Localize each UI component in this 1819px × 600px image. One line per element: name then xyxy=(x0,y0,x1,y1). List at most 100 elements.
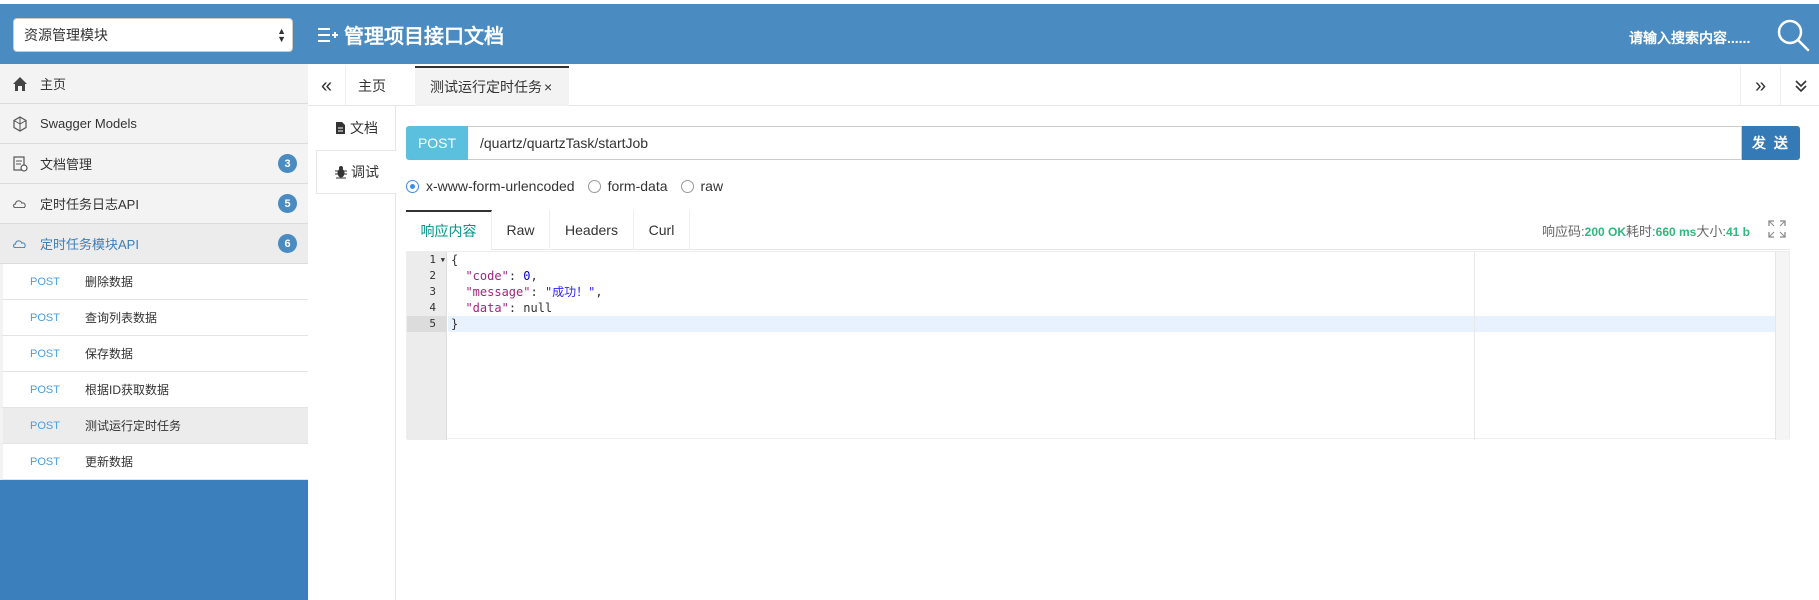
count-badge: 3 xyxy=(278,154,297,173)
home-icon xyxy=(12,76,28,92)
api-item-get-by-id[interactable]: POST 根据ID获取数据 xyxy=(0,372,308,408)
tab-label: 测试运行定时任务 xyxy=(430,79,542,95)
radio-urlencoded[interactable]: x-www-form-urlencoded xyxy=(406,178,575,194)
radio-label: form-data xyxy=(607,178,668,194)
close-icon[interactable]: × xyxy=(544,79,552,95)
tab-debug-label: 调试 xyxy=(351,164,379,180)
content-type-radios: x-www-form-urlencoded form-data raw xyxy=(406,176,736,196)
elapsed-label: 耗时: xyxy=(1626,224,1656,239)
tab-test-run-task[interactable]: 测试运行定时任务 × xyxy=(415,66,569,106)
api-cloud-icon xyxy=(12,236,28,252)
count-badge: 6 xyxy=(278,234,297,253)
tab-doc-label: 文档 xyxy=(350,120,378,136)
sidebar-item-label: 定时任务日志API xyxy=(40,197,139,212)
page-tab-bar: « 主页 测试运行定时任务 × » xyxy=(308,66,1819,106)
sidebar-menu: 主页 Swagger Models 文档管理 3 定时任务日志API 5 定时任… xyxy=(0,64,308,264)
line-number: 4 xyxy=(429,301,436,314)
api-item-label: 保存数据 xyxy=(85,347,134,361)
code-line: { xyxy=(451,253,459,267)
line-number-gutter: 1 ▼ 2 3 4 5 xyxy=(407,252,447,440)
tab-headers[interactable]: Headers xyxy=(550,210,634,250)
tab-doc[interactable]: 文档 xyxy=(316,106,395,150)
status-code-value: 200 OK xyxy=(1584,225,1627,239)
url-input[interactable]: /quartz/quartzTask/startJob xyxy=(468,126,1742,160)
radio-circle xyxy=(587,179,601,193)
sidebar-item-task-module-api[interactable]: 定时任务模块API 6 xyxy=(0,224,308,264)
code-line: "code": 0, xyxy=(465,269,538,283)
tab-scroll-left-icon[interactable]: « xyxy=(308,66,346,106)
search-icon[interactable] xyxy=(1775,17,1811,53)
tab-debug[interactable]: 调试 xyxy=(316,150,397,194)
elapsed-value: 660 ms xyxy=(1655,225,1697,239)
sidebar-item-label: Swagger Models xyxy=(40,116,137,131)
count-badge: 5 xyxy=(278,194,297,213)
method-label: POST xyxy=(30,419,60,432)
api-item-label: 删除数据 xyxy=(85,275,134,289)
sidebar-item-swagger-models[interactable]: Swagger Models xyxy=(0,104,308,144)
code-line: } xyxy=(448,316,1783,332)
radio-form-data[interactable]: form-data xyxy=(587,178,668,194)
api-item-update[interactable]: POST 更新数据 xyxy=(0,444,308,480)
app-title: 管理项目接口文档 xyxy=(318,20,504,49)
send-button[interactable]: 发 送 xyxy=(1742,126,1800,160)
doc-manage-icon xyxy=(12,155,28,172)
radio-label: x-www-form-urlencoded xyxy=(426,178,575,194)
tab-home[interactable]: 主页 xyxy=(358,66,386,106)
code-line: "data": null xyxy=(465,301,553,315)
api-item-label: 测试运行定时任务 xyxy=(85,419,182,433)
module-select[interactable]: 资源管理模块 ▲ ▼ xyxy=(13,18,293,52)
line-number: 1 ▼ xyxy=(429,252,445,268)
method-label: POST xyxy=(30,275,60,288)
method-label: POST xyxy=(30,383,60,396)
sidebar: 主页 Swagger Models 文档管理 3 定时任务日志API 5 定时任… xyxy=(0,64,308,600)
models-icon xyxy=(12,115,28,132)
doc-debug-tabs: 文档 调试 xyxy=(316,106,397,600)
bug-icon xyxy=(334,165,348,179)
radio-raw[interactable]: raw xyxy=(680,178,723,194)
module-select-value: 资源管理模块 xyxy=(24,27,108,43)
sidebar-item-doc-manage[interactable]: 文档管理 3 xyxy=(0,144,308,184)
print-margin xyxy=(1474,252,1475,440)
sidebar-item-label: 主页 xyxy=(40,77,67,92)
api-item-label: 更新数据 xyxy=(85,455,134,469)
fullscreen-icon[interactable] xyxy=(1768,220,1786,238)
tab-response-content[interactable]: 响应内容 xyxy=(406,210,492,250)
api-item-delete[interactable]: POST 删除数据 xyxy=(0,264,308,300)
tab-menu-chevron-icon[interactable] xyxy=(1780,66,1819,106)
sidebar-item-label: 定时任务模块API xyxy=(40,237,139,252)
tab-raw[interactable]: Raw xyxy=(492,210,550,250)
api-item-test-run-task[interactable]: POST 测试运行定时任务 xyxy=(0,408,308,444)
method-label: POST xyxy=(30,455,60,468)
method-label: POST xyxy=(30,347,60,360)
api-item-query-list[interactable]: POST 查询列表数据 xyxy=(0,300,308,336)
api-item-label: 查询列表数据 xyxy=(85,311,158,325)
size-label: 大小: xyxy=(1696,224,1726,239)
sidebar-item-label: 文档管理 xyxy=(40,157,93,172)
api-item-save[interactable]: POST 保存数据 xyxy=(0,336,308,372)
editor-scrollbar[interactable] xyxy=(1775,252,1789,440)
http-method-badge: POST xyxy=(406,126,468,160)
method-label: POST xyxy=(30,311,60,324)
tab-scroll-right-icon[interactable]: » xyxy=(1740,66,1780,106)
sidebar-item-task-log-api[interactable]: 定时任务日志API 5 xyxy=(0,184,308,224)
line-number: 2 xyxy=(429,269,436,282)
fold-arrow-icon[interactable]: ▼ xyxy=(441,252,445,268)
radio-circle xyxy=(680,179,694,193)
response-tabs: 响应内容 Raw Headers Curl 响应码:200 OK耗时:660 m… xyxy=(406,210,1790,250)
status-code-label: 响应码: xyxy=(1542,224,1585,239)
request-url-bar: POST /quartz/quartzTask/startJob 发 送 xyxy=(406,126,1800,160)
api-sub-list: POST 删除数据 POST 查询列表数据 POST 保存数据 POST 根据I… xyxy=(0,264,308,480)
response-meta: 响应码:200 OK耗时:660 ms大小:41 b xyxy=(1542,221,1750,240)
api-item-label: 根据ID获取数据 xyxy=(85,383,170,397)
sidebar-item-home[interactable]: 主页 xyxy=(0,64,308,104)
tab-curl[interactable]: Curl xyxy=(634,210,690,250)
size-value: 41 b xyxy=(1725,225,1750,239)
select-arrows-icon: ▲ ▼ xyxy=(277,26,286,44)
search-input[interactable]: 请输入搜索内容...... xyxy=(1629,28,1750,48)
line-number: 3 xyxy=(429,285,436,298)
radio-circle xyxy=(406,179,419,193)
line-number: 5 xyxy=(407,316,446,332)
response-editor[interactable]: 1 ▼ 2 3 4 5 { "code": 0, "message": "成功！"… xyxy=(406,251,1790,440)
code-line: "message": "成功！", xyxy=(465,285,603,299)
api-cloud-icon xyxy=(12,196,28,212)
